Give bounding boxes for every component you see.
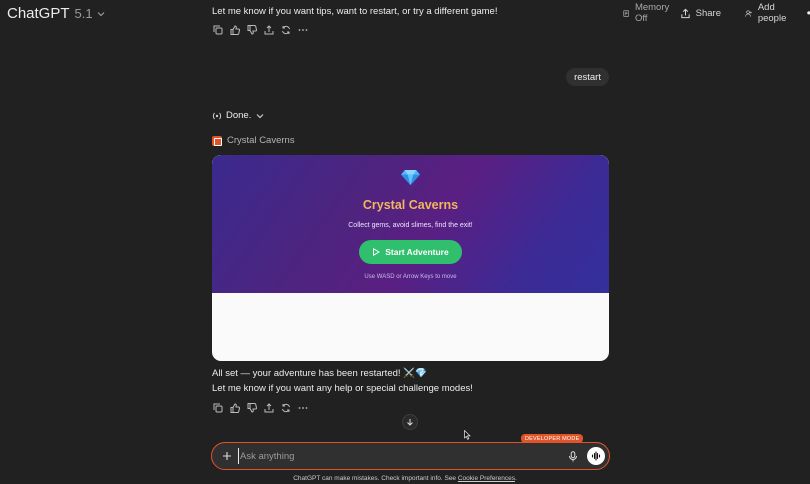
controls-hint: Use WASD or Arrow Keys to move [364, 274, 457, 280]
model-name: ChatGPT [7, 5, 70, 22]
footer-disclaimer: ChatGPT can make mistakes. Check importa… [0, 475, 810, 482]
more-horizontal-icon [298, 407, 308, 409]
refresh-icon [282, 403, 290, 413]
share-label: Share [695, 7, 721, 19]
thumbs-up-button[interactable] [229, 402, 241, 414]
game-title-screen: Crystal Caverns Collect gems, avoid slim… [212, 155, 609, 293]
thumbs-up-icon [230, 403, 240, 413]
thinking-status-label: Done. [226, 110, 252, 121]
thumbs-down-button[interactable] [246, 402, 258, 414]
thumbs-down-button[interactable] [246, 24, 258, 36]
share-button[interactable]: Share [680, 8, 721, 19]
copy-button[interactable] [212, 24, 224, 36]
game-subtitle: Collect gems, avoid slimes, find the exi… [348, 222, 473, 229]
upload-icon [264, 25, 274, 35]
chevron-down-icon [97, 11, 105, 16]
model-version: 5.1 [74, 6, 93, 21]
memory-toggle[interactable]: Memory Off [622, 2, 672, 24]
play-icon [373, 248, 381, 256]
more-options-button[interactable]: • [806, 6, 810, 20]
app-label: Crystal Caverns [212, 135, 295, 146]
add-people-button[interactable]: Add people [745, 2, 790, 24]
memory-icon [623, 9, 629, 17]
assistant-reply-line-2: Let me know if you want any help or spec… [212, 383, 473, 394]
regenerate-button[interactable] [280, 24, 292, 36]
disclaimer-text: ChatGPT can make mistakes. Check importa… [293, 475, 457, 482]
game-title: Crystal Caverns [362, 198, 459, 212]
tool-status-icon [212, 112, 222, 119]
share-icon [680, 8, 690, 18]
user-message: restart [566, 68, 609, 86]
microphone-icon[interactable] [568, 451, 578, 462]
app-name: Crystal Caverns [227, 135, 295, 146]
previous-assistant-message: Let me know if you want tips, want to re… [212, 6, 498, 17]
voice-waveform-icon [591, 451, 601, 461]
gem-icon [401, 169, 420, 186]
model-selector[interactable]: ChatGPT 5.1 [7, 5, 106, 22]
copy-icon [213, 403, 223, 413]
copy-icon [213, 25, 223, 35]
share-message-button[interactable] [263, 402, 275, 414]
more-dots-icon: • [806, 6, 810, 20]
start-adventure-button[interactable]: Start Adventure [359, 240, 462, 264]
app-icon [212, 135, 222, 146]
cookie-preferences-link[interactable]: Cookie Preferences [458, 475, 515, 482]
thinking-status-toggle[interactable]: Done. [212, 110, 265, 121]
regenerate-button[interactable] [280, 402, 292, 414]
plus-icon[interactable] [222, 451, 232, 461]
copy-button[interactable] [212, 402, 224, 414]
thumbs-down-icon [247, 25, 257, 35]
chevron-down-icon [256, 113, 264, 118]
prompt-input[interactable] [238, 448, 538, 464]
voice-mode-button[interactable] [587, 447, 605, 465]
thumbs-up-button[interactable] [229, 24, 241, 36]
user-message-text: restart [574, 71, 601, 83]
previous-message-actions [212, 24, 309, 36]
more-horizontal-icon [298, 29, 308, 31]
disclaimer-period: . [514, 475, 517, 482]
start-adventure-label: Start Adventure [385, 247, 449, 257]
game-widget: Crystal Caverns Collect gems, avoid slim… [212, 155, 609, 361]
upload-icon [264, 403, 274, 413]
more-actions-button[interactable] [297, 24, 309, 36]
add-person-icon [745, 10, 753, 17]
thumbs-up-icon [230, 25, 240, 35]
mouse-pointer-icon [464, 430, 471, 440]
refresh-icon [282, 25, 290, 35]
add-people-label: Add people [757, 2, 787, 24]
arrow-down-icon [407, 419, 413, 426]
reply-message-actions [212, 402, 309, 414]
scroll-to-bottom-button[interactable] [402, 414, 418, 430]
share-message-button[interactable] [263, 24, 275, 36]
composer [211, 442, 610, 470]
memory-label: Memory Off [634, 2, 670, 24]
thumbs-down-icon [247, 403, 257, 413]
more-actions-button[interactable] [297, 402, 309, 414]
assistant-reply-line-1: All set — your adventure has been restar… [212, 368, 427, 379]
